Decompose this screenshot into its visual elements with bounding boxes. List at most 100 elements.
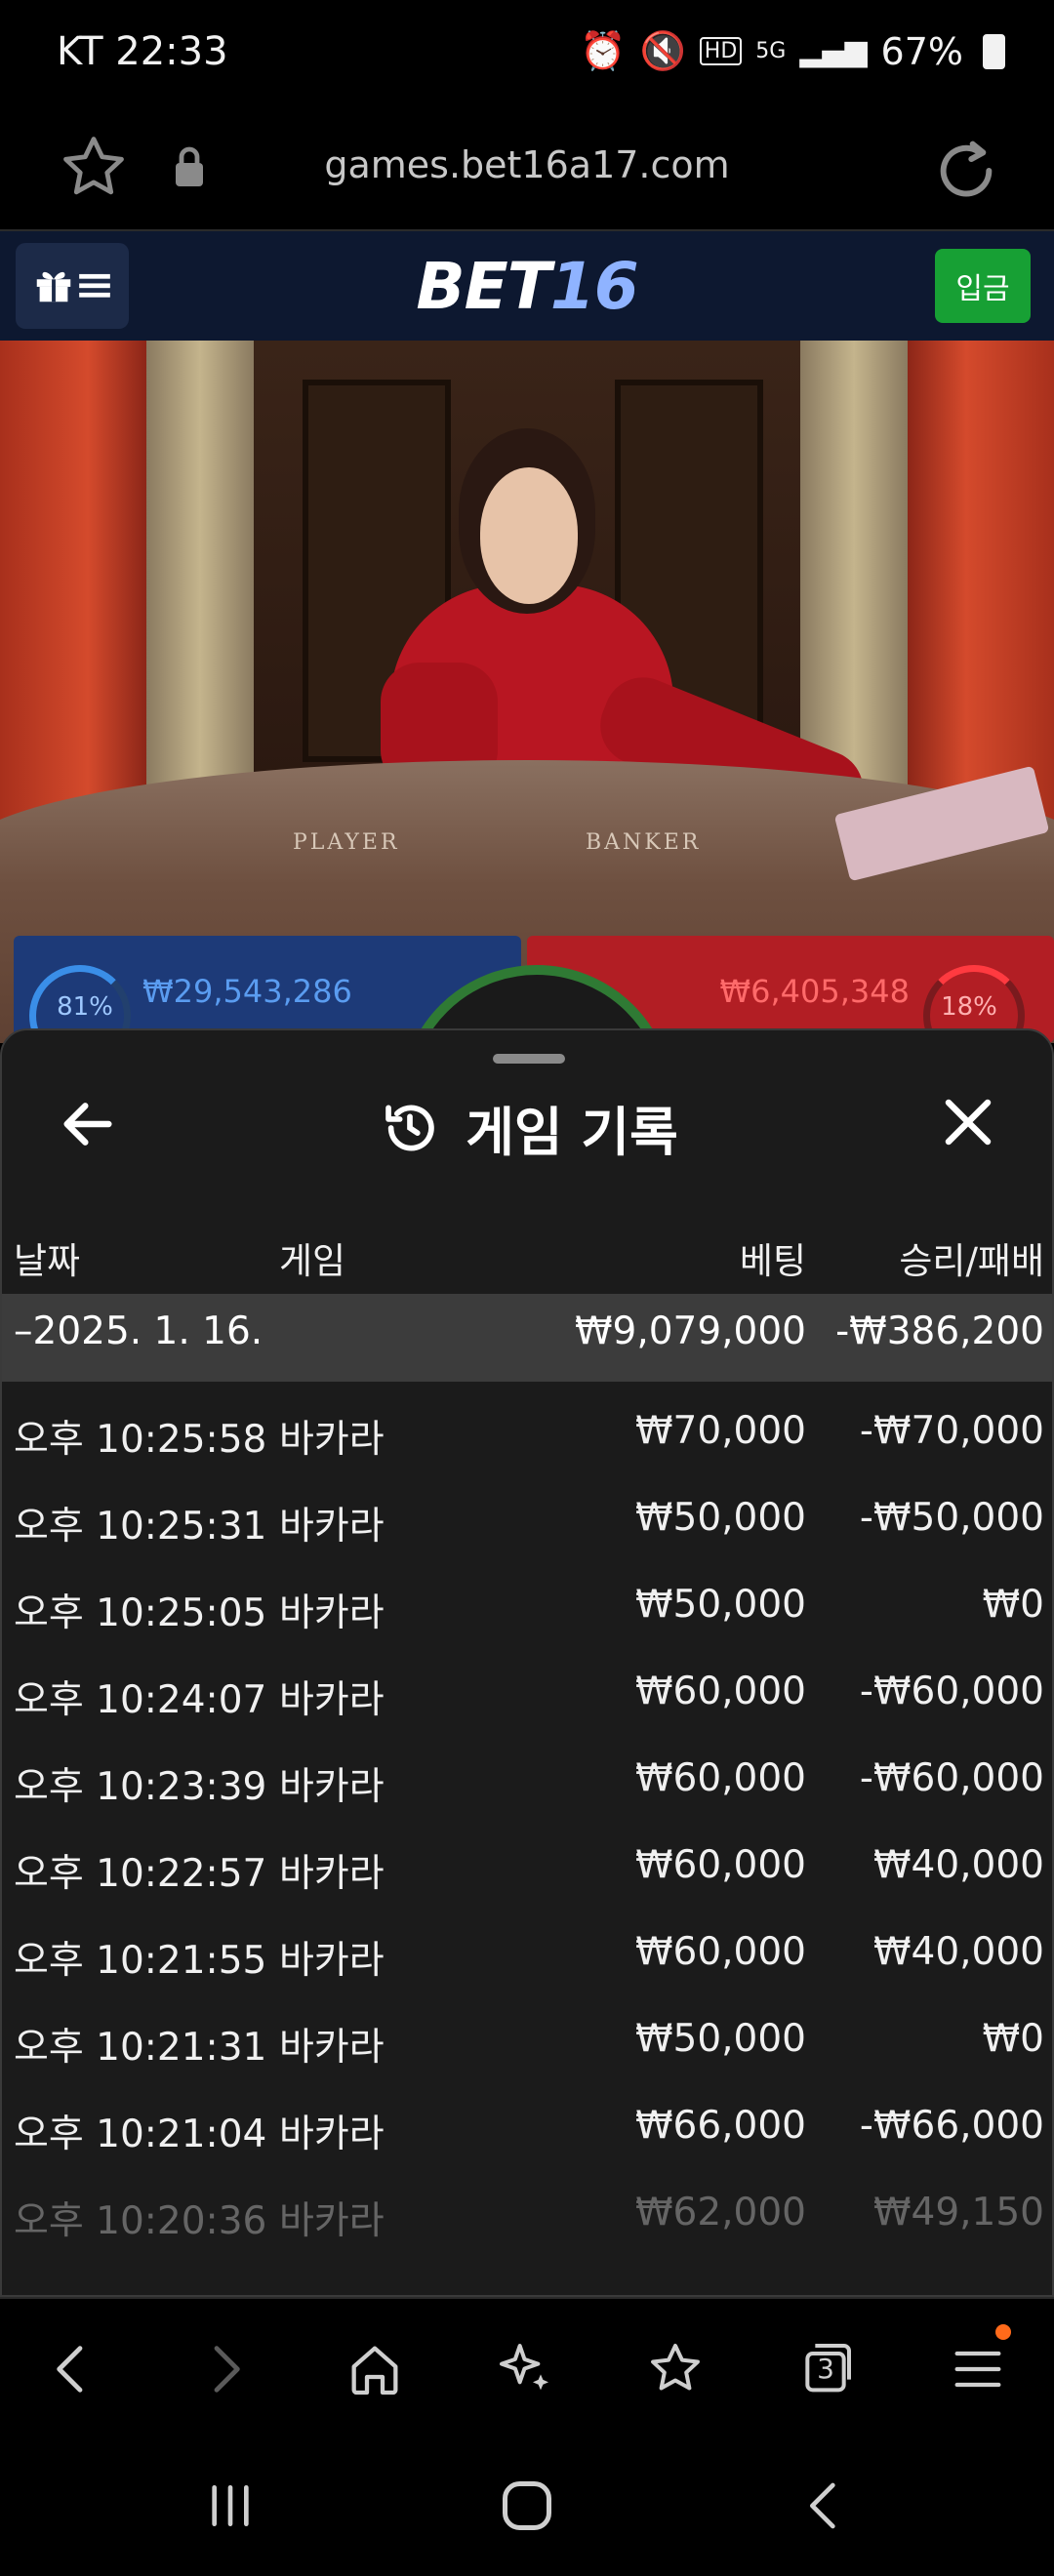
row-result: ₩40,000 [872, 1843, 1044, 1887]
logo-text-16: 16 [549, 249, 639, 324]
row-time: 오후 10:20:36 [14, 2199, 267, 2243]
row-result: -₩66,000 [859, 2104, 1044, 2148]
battery-icon [983, 33, 1005, 69]
column-header-game: 게임 [279, 1240, 346, 1282]
column-header-result: 승리/패배 [899, 1240, 1044, 1282]
column-header-date: 날짜 [14, 1240, 81, 1282]
curtain-right [908, 341, 1054, 828]
menu-icon[interactable] [947, 2338, 1009, 2400]
row-game: 바카라 [279, 1939, 385, 1983]
row-bet: ₩50,000 [634, 1496, 806, 1540]
status-bar: KT 22:33 ⏰ 🔇 HD 5G ▂▄▆ 67% [0, 0, 1054, 112]
table-row[interactable]: 오후 10:24:07 바카라 ₩60,000 -₩60,000 [2, 1654, 1052, 1741]
curtain-left [0, 341, 146, 828]
reload-icon[interactable] [927, 132, 1005, 210]
row-bet: ₩66,000 [634, 2104, 806, 2148]
dealer-face [480, 467, 578, 604]
row-bet: ₩70,000 [634, 1409, 806, 1453]
row-game: 바카라 [279, 2113, 385, 2156]
row-time: 오후 10:25:58 [14, 1418, 267, 1462]
banker-percent: 18% [941, 992, 997, 1022]
table-row[interactable]: 오후 10:22:57 바카라 ₩60,000 ₩40,000 [2, 1828, 1052, 1914]
row-result: -₩60,000 [859, 1756, 1044, 1800]
row-game: 바카라 [279, 1591, 385, 1635]
table-row[interactable]: 오후 10:21:31 바카라 ₩50,000 ₩0 [2, 2001, 1052, 2088]
table-row[interactable]: 오후 10:23:39 바카라 ₩60,000 -₩60,000 [2, 1741, 1052, 1828]
row-time: 오후 10:21:31 [14, 2026, 267, 2070]
row-game: 바카라 [279, 2026, 385, 2070]
table-row[interactable]: 오후 10:21:55 바카라 ₩60,000 ₩40,000 [2, 1914, 1052, 2001]
table-row[interactable]: 오후 10:25:31 바카라 ₩50,000 -₩50,000 [2, 1480, 1052, 1567]
player-total-bet: ₩29,543,286 [142, 973, 352, 1010]
tabs-button[interactable]: 3 [794, 2338, 857, 2400]
recents-icon[interactable] [201, 2478, 260, 2533]
history-icon [385, 1104, 435, 1150]
notification-dot [995, 2324, 1011, 2340]
sheet-drag-handle[interactable] [493, 1054, 565, 1064]
back-nav-icon[interactable] [796, 2478, 851, 2533]
home-icon[interactable] [344, 2338, 406, 2400]
row-result: -₩70,000 [859, 1409, 1044, 1453]
column-header-bet: 베팅 [739, 1240, 806, 1282]
pillar-right [800, 341, 908, 809]
sparkle-icon[interactable] [494, 2338, 556, 2400]
summary-bet: ₩9,079,000 [574, 1309, 806, 1353]
row-game: 바카라 [279, 2199, 385, 2243]
row-time: 오후 10:25:05 [14, 1591, 267, 1635]
table-banker-label: BANKER [586, 830, 702, 855]
system-nav-bar [0, 2435, 1054, 2576]
row-bet: ₩60,000 [634, 1756, 806, 1800]
row-bet: ₩50,000 [634, 2017, 806, 2061]
row-result: ₩0 [982, 1583, 1044, 1627]
row-time: 오후 10:23:39 [14, 1765, 267, 1809]
battery-percent: 67% [880, 29, 963, 73]
row-bet: ₩50,000 [634, 1583, 806, 1627]
date-summary-row[interactable]: –2025. 1. 16. ₩9,079,000 -₩386,200 [2, 1294, 1052, 1382]
row-time: 오후 10:21:55 [14, 1939, 267, 1983]
hd-icon: HD [699, 37, 743, 65]
row-result: -₩50,000 [859, 1496, 1044, 1540]
site-logo[interactable]: BET16 [0, 249, 1054, 324]
live-dealer-video[interactable]: PLAYER BANKER 81% ₩29,543,286 ₩6,405,348… [0, 341, 1054, 1043]
signal-icon: ▂▄▆ [799, 34, 868, 68]
table-player-label: PLAYER [293, 830, 400, 855]
row-result: -₩60,000 [859, 1670, 1044, 1713]
5g-icon: 5G [755, 39, 787, 63]
row-time: 오후 10:24:07 [14, 1678, 267, 1722]
row-bet: ₩62,000 [634, 2191, 806, 2234]
sheet-header: 게임 기록 [2, 1089, 1052, 1166]
row-time: 오후 10:22:57 [14, 1852, 267, 1896]
back-icon[interactable] [41, 2338, 103, 2400]
row-bet: ₩60,000 [634, 1670, 806, 1713]
game-history-sheet: 게임 기록 날짜 게임 베팅 승리/패배 –2025. 1. 16. ₩9,07… [0, 1028, 1054, 2297]
site-header: BET16 입금 [0, 231, 1054, 341]
row-time: 오후 10:21:04 [14, 2113, 267, 2156]
bookmarks-icon[interactable] [644, 2338, 707, 2400]
deposit-button[interactable]: 입금 [935, 249, 1031, 323]
table-row[interactable]: 오후 10:25:05 바카라 ₩50,000 ₩0 [2, 1567, 1052, 1654]
row-bet: ₩60,000 [634, 1930, 806, 1974]
table-row[interactable]: 오후 10:20:36 바카라 ₩62,000 ₩49,150 [2, 2175, 1052, 2262]
home-nav-icon[interactable] [498, 2476, 556, 2535]
url-field[interactable]: games.bet16a17.com [0, 143, 1054, 186]
table-row[interactable]: 오후 10:21:04 바카라 ₩66,000 -₩66,000 [2, 2088, 1052, 2175]
row-result: ₩0 [982, 2017, 1044, 2061]
forward-icon[interactable] [193, 2338, 256, 2400]
status-icons: ⏰ 🔇 HD 5G ▂▄▆ 67% [580, 29, 1005, 73]
row-time: 오후 10:25:31 [14, 1505, 267, 1549]
table-header: 날짜 게임 베팅 승리/패배 [2, 1214, 1052, 1292]
alarm-icon: ⏰ [580, 29, 627, 72]
table-row[interactable]: 오후 10:25:58 바카라 ₩70,000 -₩70,000 [2, 1393, 1052, 1480]
row-game: 바카라 [279, 1765, 385, 1809]
row-game: 바카라 [279, 1418, 385, 1462]
pillar-left [146, 341, 254, 809]
row-game: 바카라 [279, 1678, 385, 1722]
close-icon[interactable] [939, 1093, 997, 1151]
sheet-title: 게임 기록 [466, 1102, 678, 1163]
address-bar: games.bet16a17.com [0, 112, 1054, 231]
row-bet: ₩60,000 [634, 1843, 806, 1887]
browser-toolbar: 3 [0, 2297, 1054, 2437]
row-game: 바카라 [279, 1505, 385, 1549]
summary-result: -₩386,200 [835, 1309, 1044, 1353]
logo-text-bet: BET [416, 249, 550, 324]
